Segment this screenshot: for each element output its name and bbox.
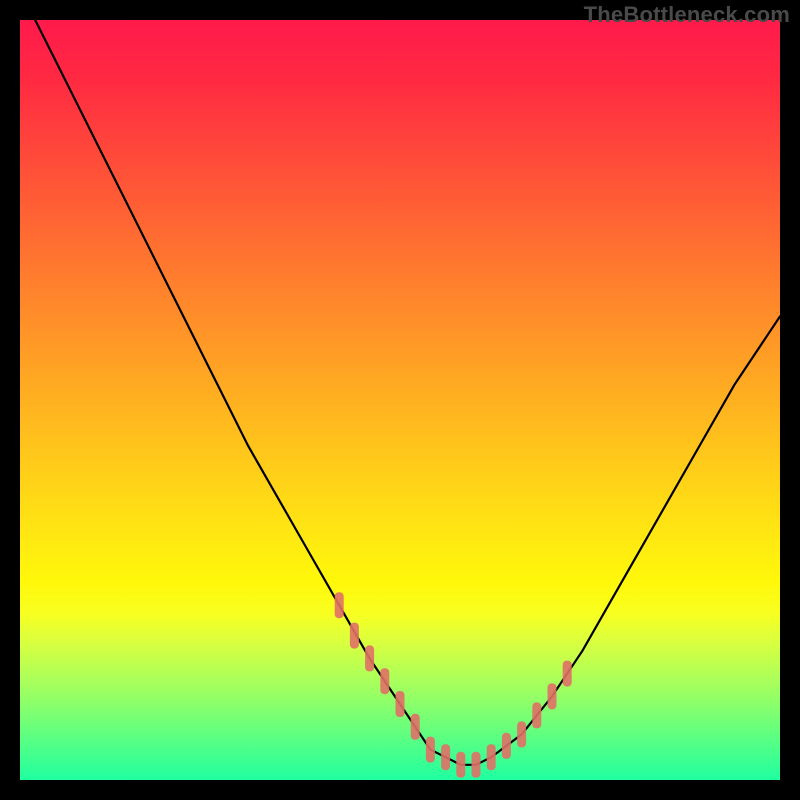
highlight-marker (517, 721, 526, 747)
highlight-band (335, 592, 572, 778)
highlight-marker (502, 733, 511, 759)
highlight-marker (350, 623, 359, 649)
highlight-marker (532, 702, 541, 728)
highlight-marker (472, 752, 481, 778)
highlight-marker (365, 645, 374, 671)
watermark-text: TheBottleneck.com (584, 2, 790, 28)
highlight-marker (411, 714, 420, 740)
highlight-marker (563, 661, 572, 687)
highlight-marker (396, 691, 405, 717)
highlight-marker (335, 592, 344, 618)
bottleneck-curve-path (35, 20, 780, 765)
highlight-marker (456, 752, 465, 778)
highlight-marker (380, 668, 389, 694)
highlight-marker (487, 744, 496, 770)
highlight-marker (426, 737, 435, 763)
chart-svg (20, 20, 780, 780)
highlight-marker (548, 683, 557, 709)
bottleneck-curve (35, 20, 780, 765)
highlight-marker (441, 744, 450, 770)
